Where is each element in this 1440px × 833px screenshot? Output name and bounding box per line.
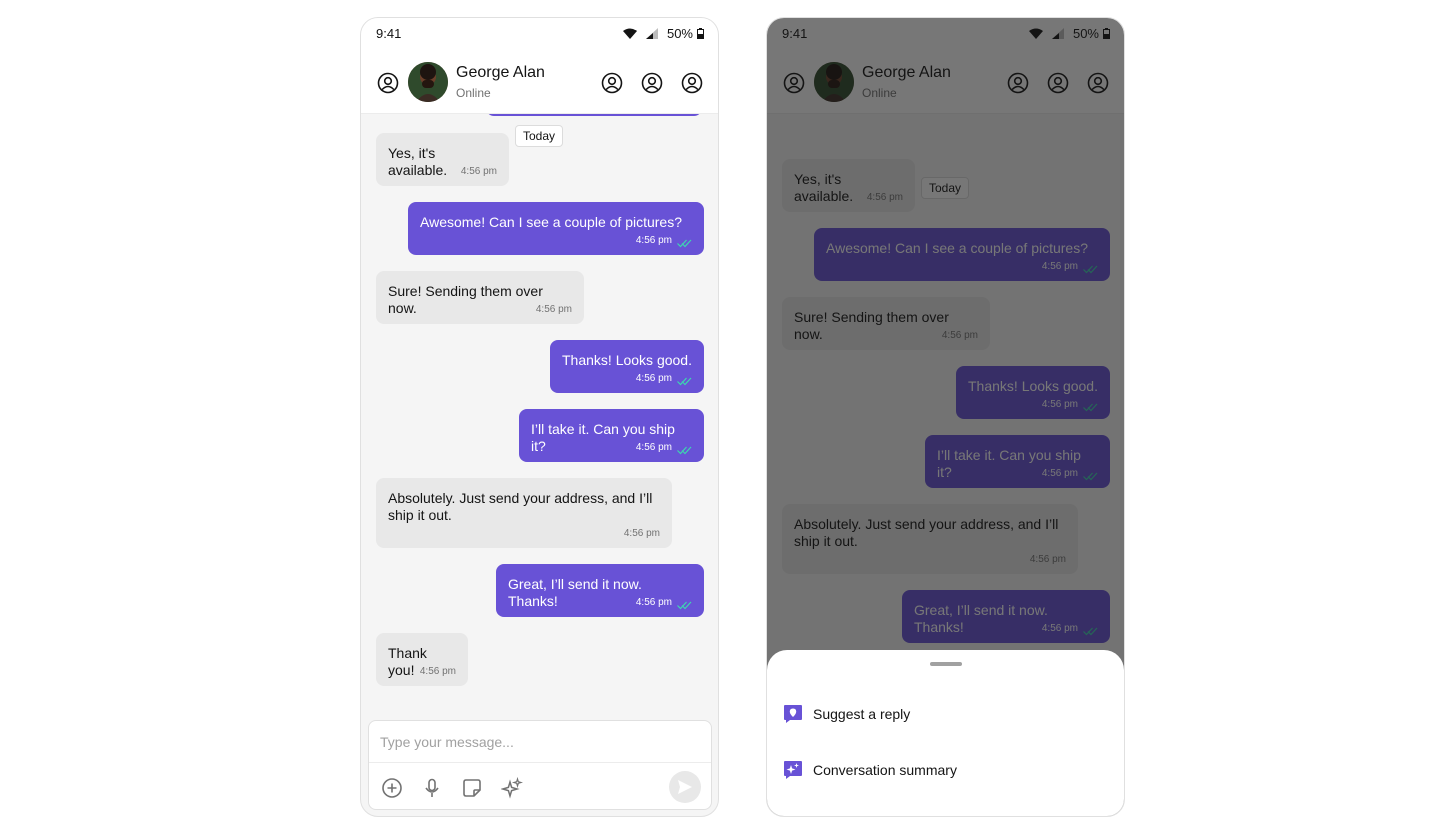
message-bubble-incoming[interactable]: Absolutely. Just send your address, and …	[376, 478, 672, 548]
status-bar: 9:41 50%	[361, 18, 718, 50]
sparkle-icon[interactable]	[501, 777, 523, 799]
chat-screen: 9:41 50% George Alan Online Today Yes, i…	[360, 17, 719, 817]
mic-icon[interactable]	[421, 777, 443, 799]
user-circle-icon[interactable]	[681, 72, 703, 94]
suggest-reply-icon	[784, 705, 802, 723]
message-time: 4:56 pm	[635, 442, 672, 453]
message-time: 4:56 pm	[535, 304, 572, 315]
message-time: 4:56 pm	[635, 597, 672, 608]
user-circle-icon[interactable]	[641, 72, 663, 94]
message-bubble-incoming[interactable]: Thank you! 4:56 pm	[376, 633, 468, 686]
message-text: Awesome! Can I see a couple of pictures?	[420, 214, 683, 230]
message-bubble-outgoing[interactable]: I’ll take it. Can you ship it? 4:56 pm	[519, 409, 704, 462]
message-bubble-outgoing[interactable]: Awesome! Can I see a couple of pictures?…	[408, 202, 704, 255]
plus-circle-icon[interactable]	[381, 777, 403, 799]
sticker-icon[interactable]	[461, 777, 483, 799]
avatar[interactable]	[408, 62, 448, 102]
date-chip: Today	[515, 125, 564, 147]
double-check-icon	[677, 239, 692, 248]
chat-header: George Alan Online	[361, 50, 718, 114]
wifi-icon	[622, 28, 637, 39]
ai-actions-sheet: Suggest a reply Conversation summary	[767, 650, 1124, 816]
message-bubble-incoming[interactable]: Sure! Sending them over now. 4:56 pm	[376, 271, 584, 324]
user-circle-icon[interactable]	[601, 72, 623, 94]
suggest-reply-option[interactable]: Suggest a reply	[783, 702, 1103, 726]
send-button[interactable]	[669, 771, 701, 803]
partial-message-bubble	[486, 114, 702, 116]
message-list[interactable]: Today Yes, it's available. 4:56 pm Aweso…	[361, 114, 718, 718]
message-bubble-outgoing[interactable]: Thanks! Looks good. 4:56 pm	[550, 340, 704, 393]
double-check-icon	[677, 377, 692, 386]
message-composer	[368, 720, 712, 810]
signal-icon	[645, 28, 658, 39]
message-bubble-incoming[interactable]: Yes, it's available. 4:56 pm	[376, 133, 509, 186]
double-check-icon	[677, 601, 692, 610]
message-time: 4:56 pm	[623, 528, 660, 539]
sheet-drag-handle[interactable]	[930, 662, 962, 666]
chat-screen-with-ai-menu: 9:41 50% George Alan Online Yes, it's av…	[766, 17, 1125, 817]
sparkle-summary-icon	[784, 761, 802, 779]
battery-percent: 50%	[666, 26, 693, 41]
message-text: Absolutely. Just send your address, and …	[388, 490, 653, 523]
contact-name: George Alan	[456, 64, 545, 81]
user-circle-icon[interactable]	[377, 72, 399, 94]
battery-icon	[697, 28, 704, 39]
message-time: 4:56 pm	[419, 666, 456, 677]
suggest-reply-label: Suggest a reply	[813, 706, 911, 722]
double-check-icon	[677, 446, 692, 455]
message-input[interactable]	[369, 721, 711, 763]
contact-status: Online	[456, 86, 491, 100]
status-time: 9:41	[376, 26, 402, 41]
conversation-summary-label: Conversation summary	[813, 762, 957, 778]
message-time: 4:56 pm	[460, 166, 497, 177]
message-time: 4:56 pm	[635, 235, 672, 246]
message-time: 4:56 pm	[635, 373, 672, 384]
conversation-summary-option[interactable]: Conversation summary	[783, 758, 1103, 782]
message-bubble-outgoing[interactable]: Great, I’ll send it now. Thanks! 4:56 pm	[496, 564, 704, 617]
send-icon	[678, 780, 692, 794]
message-text: Thanks! Looks good.	[562, 352, 692, 368]
